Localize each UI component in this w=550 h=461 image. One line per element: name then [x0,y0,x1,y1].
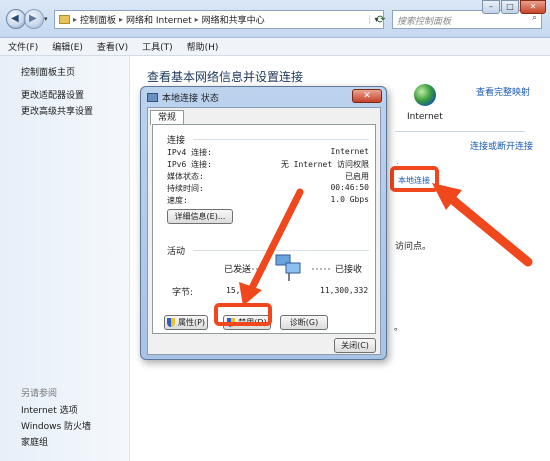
globe-icon [414,84,436,106]
period-text: 。 [394,323,404,333]
dialog-title: 本地连接 状态 [162,94,219,104]
breadcrumb-network-sharing[interactable]: 网络和共享中心 [202,13,265,26]
nav-internet-options[interactable]: Internet 选项 [21,403,78,416]
bytes-label: 字节: [172,288,194,298]
tab-general[interactable]: 常规 [150,110,184,125]
control-panel-icon [59,15,70,24]
history-dropdown-icon[interactable]: ▾ [44,15,48,23]
info-row-value: 无 Internet 访问权限 [280,160,369,169]
info-row: IPv4 连接: Internet [167,147,369,158]
back-arrow-icon: ◀ [11,13,19,24]
divider [395,131,525,132]
nav-homegroup[interactable]: 家庭组 [21,435,48,448]
uac-shield-icon [166,318,175,327]
chevron-right-icon[interactable]: ▸ [73,15,77,24]
info-row: 媒体状态: 已启用 [167,171,369,182]
menu-help[interactable]: 帮助(H) [187,40,219,53]
nav-change-sharing-settings[interactable]: 更改高级共享设置 [21,104,93,117]
nav-windows-firewall[interactable]: Windows 防火墙 [21,419,91,432]
internet-label: Internet [407,112,443,122]
nav-control-panel-home[interactable]: 控制面板主页 [21,65,75,78]
properties-button-label: 属性(P) [177,318,206,327]
diagnose-button[interactable]: 诊断(G) [280,315,328,330]
highlight-box-disable [214,303,272,326]
connect-disconnect-link[interactable]: 连接或断开连接 [470,139,533,152]
window-controls: – □ ✕ [482,0,546,14]
menu-view[interactable]: 查看(V) [97,40,128,53]
activity-lines [240,268,330,270]
bytes-sent-value: 15,60 [226,286,251,295]
dialog-title-bar: 本地连接 状态 [147,91,219,104]
properties-button[interactable]: 属性(P) [164,315,208,330]
info-row-label: 持续时间: [167,184,204,193]
close-dialog-button[interactable]: 关闭(C) [334,338,376,353]
chevron-right-icon[interactable]: ▸ [195,15,199,24]
arrow-to-local-connection [443,191,533,267]
local-connection-link[interactable]: 本地连接 [398,175,430,186]
menu-edit[interactable]: 编辑(E) [52,40,83,53]
dialog-close-x-button[interactable]: ✕ [352,89,382,103]
breadcrumb-control-panel[interactable]: 控制面板 [80,13,116,26]
section-divider [193,250,369,251]
view-full-map-link[interactable]: 查看完整映射 [476,85,530,98]
bytes-received-value: 11,300,332 [320,286,369,295]
breadcrumb-network-internet[interactable]: 网络和 Internet [126,13,192,26]
title-bar: ◀ ▶ ▾ ▸ 控制面板 ▸ 网络和 Internet ▸ 网络和共享中心 ▾ … [0,0,550,38]
search-icon[interactable]: ⌕ [532,13,537,23]
section-divider [193,139,369,140]
details-button[interactable]: 详细信息(E)... [167,209,233,224]
maximize-button[interactable]: □ [501,0,519,14]
network-icon [147,93,158,102]
info-row-label: 媒体状态: [167,172,204,181]
connection-section-label: 连接 [167,136,186,146]
info-row-value: 已启用 [345,172,369,181]
menu-file[interactable]: 文件(F) [8,40,38,53]
menu-bar: 文件(F) 编辑(E) 查看(V) 工具(T) 帮助(H) [0,38,550,56]
address-bar[interactable]: ▸ 控制面板 ▸ 网络和 Internet ▸ 网络和共享中心 ▾ [54,10,384,29]
access-point-text: 访问点。 [395,242,432,252]
back-button[interactable]: ◀ [6,9,26,29]
search-placeholder: 搜索控制面板 [397,17,452,27]
refresh-icon[interactable]: ⟳ [372,10,390,29]
page-title: 查看基本网络信息并设置连接 [147,70,304,84]
chevron-right-icon[interactable]: ▸ [119,15,123,24]
minimize-button[interactable]: – [482,0,500,14]
info-row: 速度: 1.0 Gbps [167,195,369,206]
close-window-button[interactable]: ✕ [520,0,546,14]
info-row: IPv6 连接: 无 Internet 访问权限 [167,159,369,170]
see-also-heading: 另请参阅 [21,389,58,399]
forward-button[interactable]: ▶ [24,9,44,29]
info-row-label: IPv4 连接: [167,148,212,157]
left-nav-pane: 控制面板主页 更改适配器设置 更改高级共享设置 另请参阅 Internet 选项… [0,56,130,461]
info-row-label: 速度: [167,196,188,205]
info-row-value: 1.0 Gbps [330,195,369,204]
nav-change-adapter-settings[interactable]: 更改适配器设置 [21,88,84,101]
menu-tools[interactable]: 工具(T) [142,40,173,53]
activity-section-label: 活动 [167,247,186,257]
info-row-label: IPv6 连接: [167,160,212,169]
info-row-value: Internet [330,147,369,156]
forward-arrow-icon: ▶ [29,13,37,24]
info-row: 持续时间: 00:46:50 [167,183,369,194]
info-row-value: 00:46:50 [330,183,369,192]
